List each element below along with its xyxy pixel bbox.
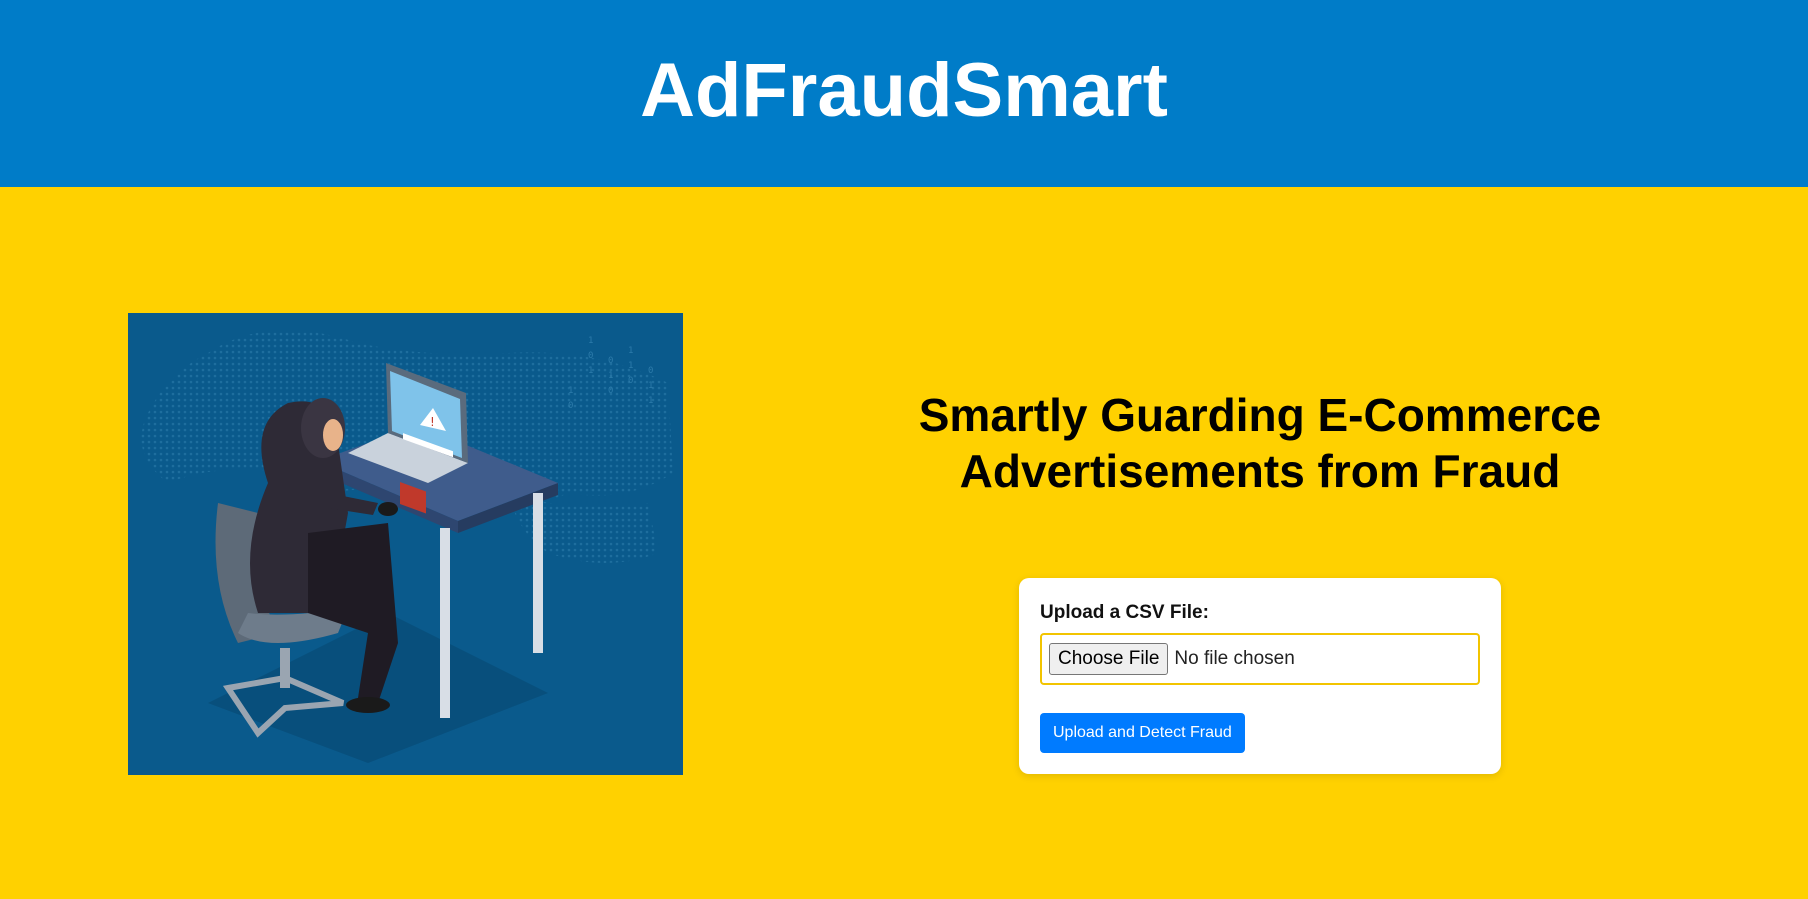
upload-label: Upload a CSV File:	[1040, 602, 1209, 623]
svg-text:1: 1	[588, 366, 593, 376]
svg-text:!: !	[430, 415, 435, 429]
svg-text:1: 1	[648, 381, 653, 391]
svg-text:1: 1	[628, 346, 633, 356]
hero-text: Smartly Guarding E-Commerce Advertisemen…	[820, 387, 1700, 499]
svg-text:1: 1	[568, 386, 573, 396]
tagline: Smartly Guarding E-Commerce Advertisemen…	[820, 387, 1700, 499]
svg-text:1: 1	[588, 336, 593, 346]
svg-text:0: 0	[588, 351, 593, 361]
svg-text:1: 1	[648, 396, 653, 406]
site-title: AdFraudSmart	[640, 48, 1168, 133]
file-status-text: No file chosen	[1174, 648, 1295, 669]
tagline-line-1: Smartly Guarding E-Commerce	[918, 389, 1602, 441]
svg-text:0: 0	[608, 356, 613, 366]
svg-text:0: 0	[628, 376, 633, 386]
svg-text:1: 1	[628, 361, 633, 371]
main-section: 1 0 1 0 1 0 1 1 0 0 1 1 1 0 ! Smartly Guarding E-…	[0, 187, 1808, 899]
upload-form: Upload a CSV File: Choose File No file c…	[1019, 578, 1501, 774]
hacker-illustration: 1 0 1 0 1 0 1 1 0 0 1 1 1 0 !	[128, 313, 683, 775]
svg-text:0: 0	[648, 366, 653, 376]
site-header: AdFraudSmart	[0, 0, 1808, 187]
tagline-line-2: Advertisements from Fraud	[959, 445, 1561, 497]
upload-detect-button[interactable]: Upload and Detect Fraud	[1040, 713, 1245, 753]
svg-text:1: 1	[608, 371, 613, 381]
choose-file-button[interactable]: Choose File	[1049, 643, 1169, 675]
svg-text:0: 0	[608, 386, 613, 396]
svg-text:0: 0	[568, 401, 573, 411]
file-input[interactable]: Choose File No file chosen	[1040, 633, 1480, 685]
